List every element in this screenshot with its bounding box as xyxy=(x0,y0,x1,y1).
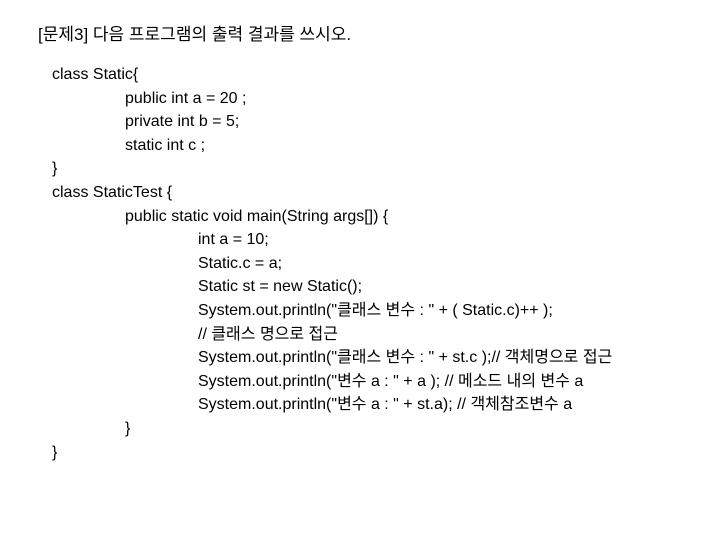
code-line: } xyxy=(52,443,58,461)
code-line: static int c ; xyxy=(125,136,206,154)
code-line: private int b = 5; xyxy=(125,113,240,131)
code-line: Static st = new Static(); xyxy=(198,278,363,296)
code-line: } xyxy=(52,160,58,178)
code-line: class StaticTest { xyxy=(52,183,173,201)
code-line: System.out.println("클래스 변수 : " + st.c );… xyxy=(198,349,613,367)
code-block: class Static{ public int a = 20 ; private … xyxy=(52,63,720,464)
slide-canvas: [문제3] 다음 프로그램의 출력 결과를 쓰시오. class Static{… xyxy=(0,0,720,540)
code-line: System.out.println("변수 a : " + st.a); //… xyxy=(198,396,573,414)
code-line: class Static{ xyxy=(52,66,139,83)
page-title: [문제3] 다음 프로그램의 출력 결과를 쓰시오. xyxy=(38,25,352,44)
code-line: public static void main(String args[]) { xyxy=(125,207,389,225)
code-line: Static.c = a; xyxy=(198,254,283,272)
code-line: } xyxy=(125,419,131,437)
code-line: public int a = 20 ; xyxy=(125,89,247,107)
code-line: // 클래스 명으로 접근 xyxy=(198,325,338,343)
code-line: System.out.println("변수 a : " + a ); // 메… xyxy=(198,372,584,390)
code-line: System.out.println("클래스 변수 : " + ( Stati… xyxy=(198,301,553,319)
code-line: int a = 10; xyxy=(198,231,269,249)
